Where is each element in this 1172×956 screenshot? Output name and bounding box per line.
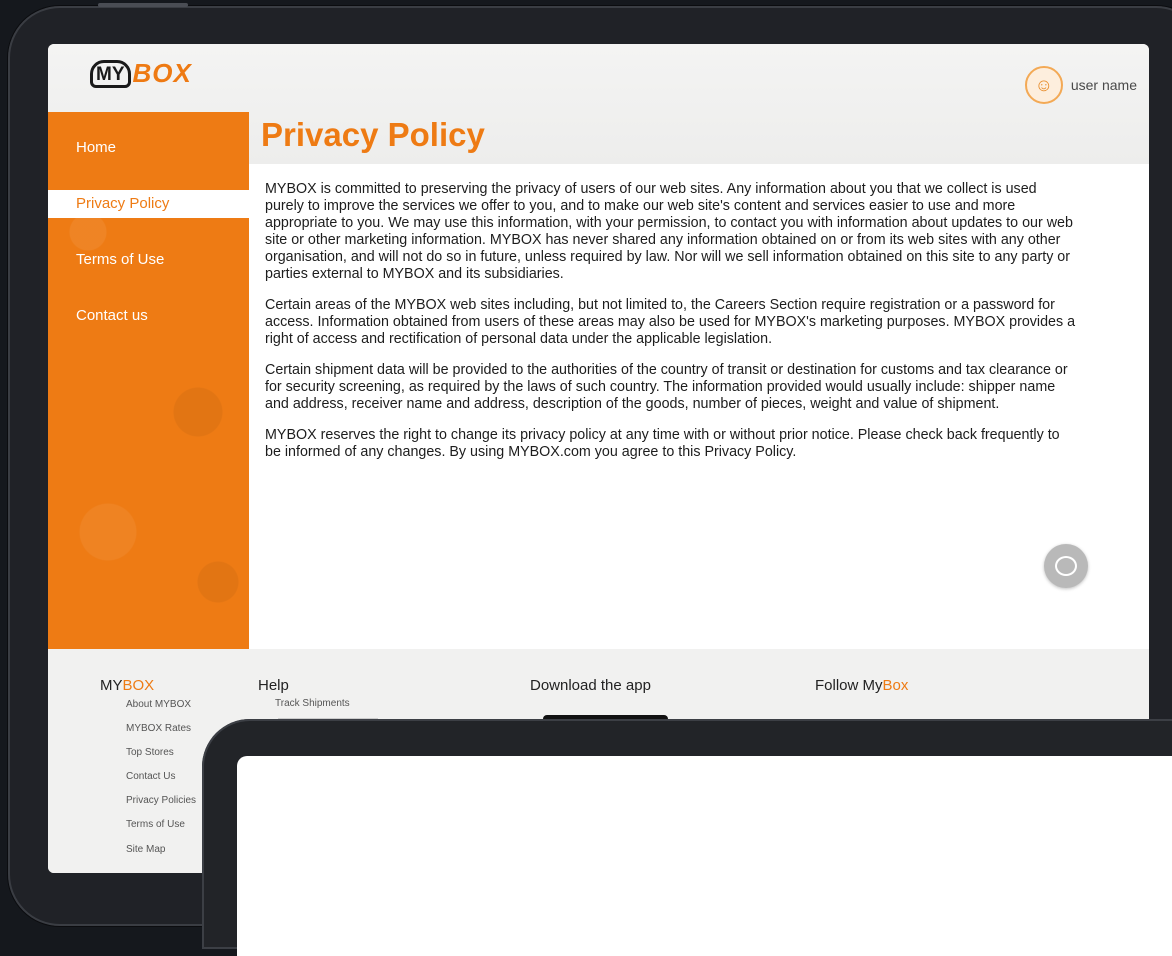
policy-content: MYBOX is committed to preserving the pri…	[249, 164, 1149, 649]
sidebar-nav: Home Privacy Policy Terms of Use Contact…	[48, 112, 249, 649]
user-name: user name	[1070, 77, 1137, 93]
footer-brand-title: MYBOX	[100, 677, 154, 694]
footer-brand-box: BOX	[122, 677, 155, 694]
footer-link-track-shipments[interactable]: Track Shipments	[275, 698, 350, 709]
sidebar-item-home[interactable]: Home	[48, 134, 249, 162]
logo-my-text: MY	[90, 59, 131, 88]
chat-bubble-icon	[1055, 556, 1077, 576]
footer-link-rates[interactable]: MYBOX Rates	[126, 723, 191, 734]
footer-link-contact[interactable]: Contact Us	[126, 771, 175, 782]
user-menu[interactable]: ☺ user name	[1024, 66, 1137, 104]
logo-box-text: BOX	[132, 58, 192, 88]
policy-paragraph: MYBOX is committed to preserving the pri…	[265, 181, 1073, 282]
footer-link-about[interactable]: About MYBOX	[126, 699, 191, 710]
footer-link-top-stores[interactable]: Top Stores	[126, 747, 174, 758]
footer-follow-box: Box	[882, 677, 909, 694]
sidebar-item-privacy-policy[interactable]: Privacy Policy	[48, 190, 249, 218]
tablet-front-screen	[237, 756, 1172, 956]
footer-link-terms[interactable]: Terms of Use	[126, 819, 185, 830]
footer-help-title: Help	[258, 677, 289, 694]
policy-paragraph: Certain areas of the MYBOX web sites inc…	[265, 297, 1076, 347]
chat-button[interactable]	[1044, 544, 1088, 588]
sidebar-item-terms-of-use[interactable]: Terms of Use	[48, 246, 249, 274]
policy-paragraph: MYBOX reserves the right to change its p…	[265, 427, 1060, 460]
user-avatar-icon: ☺	[1024, 66, 1063, 104]
footer-brand-my: MY	[100, 677, 123, 694]
footer-link-privacy[interactable]: Privacy Policies	[126, 795, 196, 806]
policy-paragraph: Certain shipment data will be provided t…	[265, 362, 1068, 412]
mybox-logo[interactable]: MY BOX	[90, 58, 192, 89]
footer-download-title: Download the app	[530, 677, 651, 694]
sidebar-item-contact-us[interactable]: Contact us	[48, 302, 249, 330]
footer-link-sitemap[interactable]: Site Map	[126, 844, 165, 855]
page-title: Privacy Policy	[261, 116, 485, 153]
footer-follow-title: Follow MyBox	[815, 677, 908, 694]
tablet-frame-front	[202, 719, 1172, 956]
footer-follow-text: Follow My	[815, 677, 883, 694]
